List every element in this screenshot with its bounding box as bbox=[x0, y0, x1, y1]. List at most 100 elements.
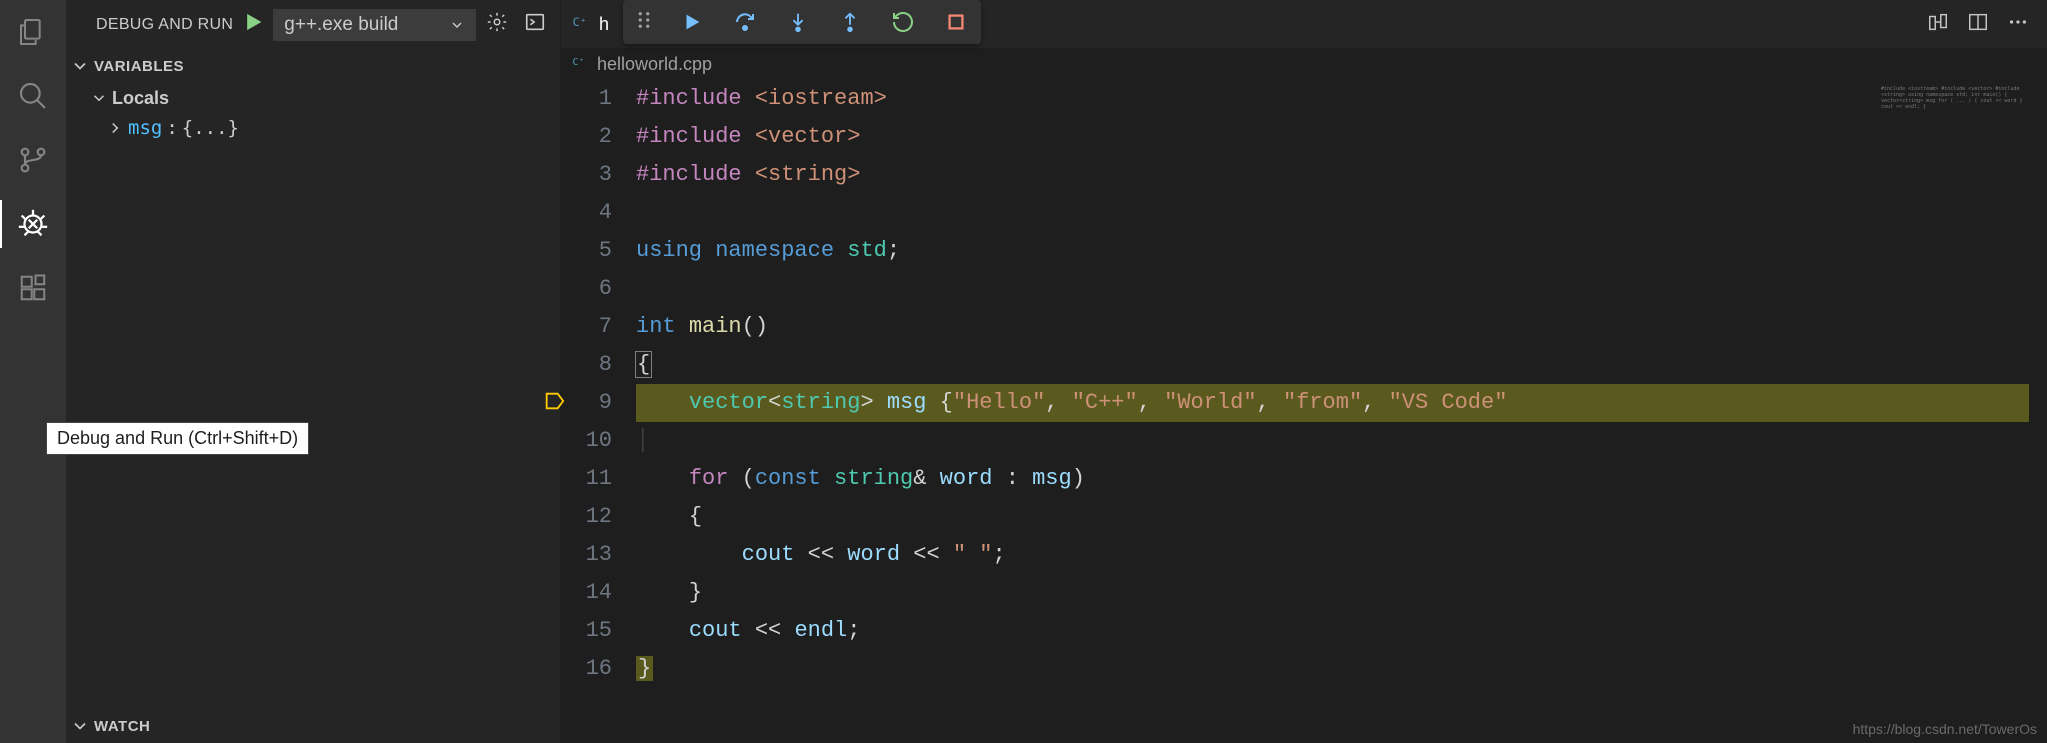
variables-body: Locals msg: {...} bbox=[66, 83, 560, 143]
line-number: 16 bbox=[561, 650, 612, 688]
activity-search[interactable] bbox=[15, 78, 51, 114]
code-line: int main() bbox=[636, 308, 2047, 346]
line-number: 4 bbox=[561, 194, 612, 232]
variables-label: VARIABLES bbox=[94, 58, 184, 75]
line-number: 8 bbox=[561, 346, 612, 384]
debug-icon bbox=[16, 207, 50, 241]
code-line: #include <vector> bbox=[636, 118, 2047, 156]
code-line: │ bbox=[636, 422, 2047, 460]
more-actions-button[interactable] bbox=[2007, 11, 2029, 38]
chevron-down-icon bbox=[449, 17, 465, 33]
play-icon bbox=[243, 12, 263, 32]
play-icon bbox=[681, 11, 703, 33]
activity-debug[interactable] bbox=[15, 206, 51, 242]
line-number: 10 bbox=[561, 422, 612, 460]
locals-row[interactable]: Locals bbox=[66, 83, 560, 113]
step-into-button[interactable] bbox=[787, 11, 809, 33]
variable-value: {...} bbox=[182, 117, 239, 139]
toolbar-grip[interactable] bbox=[637, 10, 651, 35]
restart-icon bbox=[891, 10, 915, 34]
line-number: 7 bbox=[561, 308, 612, 346]
line-number: 9 bbox=[561, 384, 612, 422]
gear-icon bbox=[486, 11, 508, 33]
svg-text:C⁺: C⁺ bbox=[573, 15, 587, 29]
cpp-file-icon: C⁺ bbox=[571, 12, 591, 37]
ellipsis-icon bbox=[2007, 11, 2029, 33]
code-line: cout << word << " "; bbox=[636, 536, 2047, 574]
restart-button[interactable] bbox=[891, 10, 915, 34]
line-number: 13 bbox=[561, 536, 612, 574]
split-icon bbox=[1967, 11, 1989, 33]
code-line bbox=[636, 270, 2047, 308]
tab-label[interactable]: h bbox=[599, 14, 609, 35]
variables-section-header[interactable]: VARIABLES bbox=[66, 49, 560, 83]
variable-sep: : bbox=[166, 117, 177, 139]
extensions-icon bbox=[18, 273, 48, 303]
editor-actions bbox=[1927, 11, 2047, 38]
split-editor-button[interactable] bbox=[1967, 11, 1989, 38]
line-number: 3 bbox=[561, 156, 612, 194]
debug-config-select[interactable]: g++.exe build bbox=[273, 9, 476, 41]
code-editor[interactable]: 1 2 3 4 5 6 7 8 9 10 11 12 13 14 15 16 #… bbox=[561, 80, 2047, 743]
code-line: using namespace std; bbox=[636, 232, 2047, 270]
sidebar-title: DEBUG AND RUN bbox=[96, 16, 233, 34]
activity-extensions[interactable] bbox=[15, 270, 51, 306]
step-over-button[interactable] bbox=[733, 10, 757, 34]
diff-icon bbox=[1927, 11, 1949, 33]
line-number: 12 bbox=[561, 498, 612, 536]
debug-settings-button[interactable] bbox=[486, 11, 508, 38]
breadcrumb[interactable]: C⁺ helloworld.cpp bbox=[561, 48, 2047, 80]
start-debug-button[interactable] bbox=[243, 12, 263, 37]
step-into-icon bbox=[787, 11, 809, 33]
chevron-down-icon bbox=[70, 56, 90, 76]
activity-scm[interactable] bbox=[15, 142, 51, 178]
step-out-icon bbox=[839, 11, 861, 33]
debug-toolbar bbox=[623, 0, 981, 44]
code-line: { bbox=[636, 346, 2047, 384]
debug-header-actions bbox=[486, 11, 546, 38]
locals-label: Locals bbox=[112, 88, 169, 109]
code-lines: #include <iostream> #include <vector> #i… bbox=[636, 80, 2047, 743]
code-line-current: vector<string> msg {"Hello", "C++", "Wor… bbox=[636, 384, 2047, 422]
activity-explorer[interactable] bbox=[15, 14, 51, 50]
compare-changes-button[interactable] bbox=[1927, 11, 1949, 38]
line-number: 11 bbox=[561, 460, 612, 498]
svg-text:C⁺: C⁺ bbox=[573, 57, 585, 68]
breadcrumb-file: helloworld.cpp bbox=[597, 54, 712, 75]
minimap[interactable]: #include <iostream> #include <vector> #i… bbox=[1881, 86, 2031, 236]
terminal-icon bbox=[524, 11, 546, 33]
code-line: cout << endl; bbox=[636, 612, 2047, 650]
files-icon bbox=[17, 16, 49, 48]
debug-header: DEBUG AND RUN g++.exe build bbox=[66, 0, 560, 49]
debug-console-button[interactable] bbox=[524, 11, 546, 38]
watermark: https://blog.csdn.net/TowerOs bbox=[1853, 721, 2037, 737]
stop-button[interactable] bbox=[945, 11, 967, 33]
line-number: 2 bbox=[561, 118, 612, 156]
activity-bar bbox=[0, 0, 66, 743]
branch-icon bbox=[17, 144, 49, 176]
step-out-button[interactable] bbox=[839, 11, 861, 33]
code-line: } bbox=[636, 574, 2047, 612]
tab-bar: C⁺ h bbox=[561, 0, 2047, 48]
variable-row[interactable]: msg: {...} bbox=[66, 113, 560, 143]
scrollbar[interactable] bbox=[2029, 80, 2047, 743]
code-line: #include <iostream> bbox=[636, 80, 2047, 118]
watch-label: WATCH bbox=[94, 718, 150, 735]
chevron-down-icon bbox=[70, 716, 90, 736]
step-over-icon bbox=[733, 10, 757, 34]
chevron-right-icon bbox=[106, 119, 124, 137]
tooltip-debug-run: Debug and Run (Ctrl+Shift+D) bbox=[46, 422, 309, 455]
chevron-down-icon bbox=[90, 89, 108, 107]
debug-sidebar: DEBUG AND RUN g++.exe build VARIABLES Lo… bbox=[66, 0, 560, 743]
line-number: 15 bbox=[561, 612, 612, 650]
line-number: 14 bbox=[561, 574, 612, 612]
code-line: for (const string& word : msg) bbox=[636, 460, 2047, 498]
search-icon bbox=[17, 80, 49, 112]
variable-name: msg bbox=[128, 117, 162, 139]
line-number: 6 bbox=[561, 270, 612, 308]
code-line bbox=[636, 194, 2047, 232]
line-number: 5 bbox=[561, 232, 612, 270]
continue-button[interactable] bbox=[681, 11, 703, 33]
code-line: #include <string> bbox=[636, 156, 2047, 194]
watch-section-header[interactable]: WATCH bbox=[66, 709, 560, 743]
